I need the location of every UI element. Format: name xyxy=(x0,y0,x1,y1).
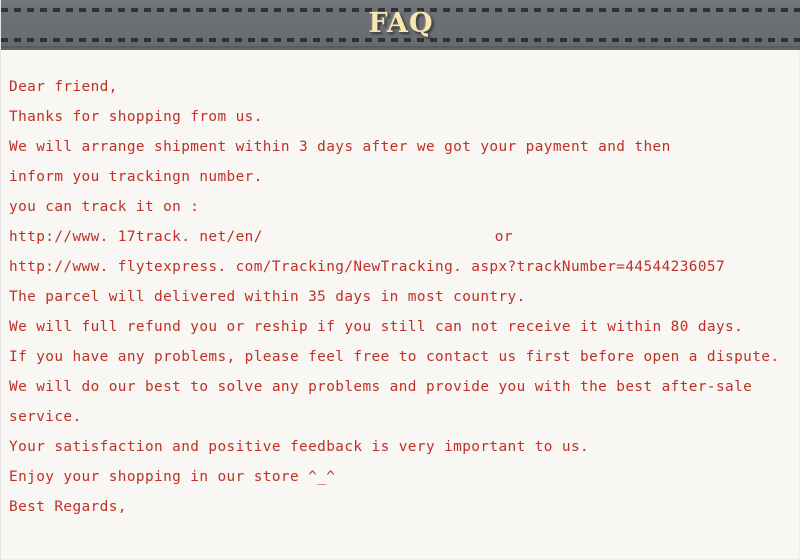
faq-page: FAQ Dear friend, Thanks for shopping fro… xyxy=(0,0,800,560)
letter-line-signoff: Best Regards, xyxy=(9,499,127,515)
tracking-link-flytexpress[interactable]: http://www. flytexpress. com/Tracking/Ne… xyxy=(9,259,725,275)
letter-line-track-prompt: you can track it on : xyxy=(9,199,200,215)
letter-line-support-promise-cont: service. xyxy=(9,409,82,425)
faq-banner: FAQ xyxy=(1,0,800,50)
letter-line-dispute-policy: If you have any problems, please feel fr… xyxy=(9,349,780,365)
letter-line-greeting: Dear friend, xyxy=(9,79,118,95)
letter-line-enjoy: Enjoy your shopping in our store ^_^ xyxy=(9,469,336,485)
letter-line-support-promise: We will do our best to solve any problem… xyxy=(9,379,753,395)
page-title: FAQ xyxy=(368,8,434,39)
letter-line-shipment: We will arrange shipment within 3 days a… xyxy=(9,139,671,155)
letter-line-feedback: Your satisfaction and positive feedback … xyxy=(9,439,590,455)
letter-line-delivery-time: The parcel will delivered within 35 days… xyxy=(9,289,526,305)
faq-body: Dear friend, Thanks for shopping from us… xyxy=(1,50,799,522)
or-separator: or xyxy=(494,229,513,245)
letter-line-inform-tracking: inform you trackingn number. xyxy=(9,169,263,185)
letter-line-tracking-url-flytexpress: http://www. flytexpress. com/Tracking/Ne… xyxy=(9,252,799,282)
tracking-link-17track[interactable]: http://www. 17track. net/en/ xyxy=(9,229,263,245)
letter-line-refund-policy: We will full refund you or reship if you… xyxy=(9,319,744,335)
letter-line-tracking-url-17track: http://www. 17track. net/en/or xyxy=(9,222,799,252)
letter-line-thanks: Thanks for shopping from us. xyxy=(9,109,263,125)
